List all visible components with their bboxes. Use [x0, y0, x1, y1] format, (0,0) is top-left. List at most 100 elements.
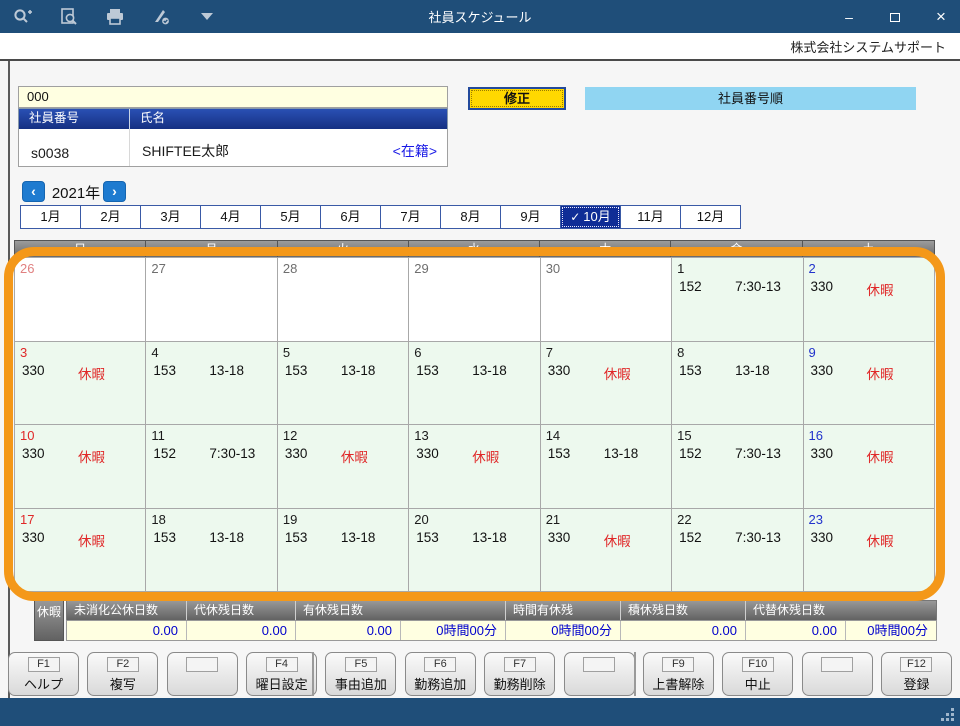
calendar-cell[interactable]: 111527:30-13 — [146, 425, 277, 509]
schedule-entry: 1527:30-13 — [672, 530, 802, 545]
calendar-cell[interactable]: 29 — [409, 258, 540, 342]
day-number: 9 — [804, 342, 934, 360]
shift-code: 152 — [679, 446, 725, 461]
tab-month-10[interactable]: ✓10月 — [560, 205, 621, 229]
holiday-label: 休暇 — [867, 279, 894, 299]
summary-header: 時間有休残 — [506, 601, 621, 620]
calendar-cell[interactable]: 23330休暇 — [804, 509, 935, 593]
fkey-f6-button[interactable]: F6勤務追加 — [405, 652, 476, 696]
prev-year-button[interactable]: ‹ — [22, 181, 45, 202]
calendar-cell[interactable]: 21330休暇 — [541, 509, 672, 593]
shift-code: 153 — [416, 363, 462, 378]
next-year-button[interactable]: › — [103, 181, 126, 202]
calendar-cell[interactable]: 22 1527:30-13 — [672, 509, 803, 593]
day-number: 7 — [541, 342, 671, 360]
tab-month-2[interactable]: 2月 — [80, 205, 141, 229]
fkey-text-label: 勤務削除 — [494, 674, 546, 693]
tab-month-7[interactable]: 7月 — [380, 205, 441, 229]
calendar-cell[interactable]: 13330休暇 — [409, 425, 540, 509]
shift-time: 7:30-13 — [735, 279, 781, 294]
calendar-cell[interactable]: 11527:30-13 — [672, 258, 803, 342]
month-tab-label: 7月 — [400, 209, 420, 224]
calendar-cell[interactable]: 17330休暇 — [15, 509, 146, 593]
employee-row[interactable]: s0038 SHIFTEE太郎 <在籍> — [18, 129, 448, 167]
fkey-text-label: 中止 — [745, 674, 771, 693]
calendar-cell[interactable]: 1815313-18 — [146, 509, 277, 593]
fkey-f10-button[interactable]: F10中止 — [722, 652, 793, 696]
calendar-cell[interactable]: 26 — [15, 258, 146, 342]
bottom-status-bar — [0, 698, 960, 726]
calendar-cell[interactable]: 515313-18 — [278, 342, 409, 426]
calendar-cell[interactable]: 16330休暇 — [804, 425, 935, 509]
calendar-cell[interactable]: 27 — [146, 258, 277, 342]
calendar-cell[interactable]: 7 330休暇 — [541, 342, 672, 426]
calendar-cell[interactable]: 30 — [541, 258, 672, 342]
fkey-f1-button[interactable]: F1ヘルプ — [8, 652, 79, 696]
tab-month-6[interactable]: 6月 — [320, 205, 381, 229]
calendar-cell[interactable]: 615313-18 — [409, 342, 540, 426]
fkey-f2-button[interactable]: F2複写 — [87, 652, 158, 696]
calendar-cell[interactable]: 12330休暇 — [278, 425, 409, 509]
fkey-key-label: F7 — [504, 657, 536, 672]
shift-time: 7:30-13 — [735, 446, 781, 461]
shift-code: 152 — [679, 530, 725, 545]
day-header: 木 — [540, 241, 671, 257]
calendar-cell[interactable]: 2 330 休暇 — [804, 258, 935, 342]
minimize-button[interactable]: – — [840, 9, 858, 25]
tab-month-1[interactable]: 1月 — [20, 205, 81, 229]
calendar-cell[interactable]: 10330休暇 — [15, 425, 146, 509]
fkey-key-label: F4 — [266, 657, 298, 672]
calendar-cell[interactable]: 3330休暇 — [15, 342, 146, 426]
day-number: 2 — [804, 258, 934, 276]
fkey-f4-button[interactable]: F4曜日設定 — [246, 652, 317, 696]
calendar-cell[interactable]: 2015313-18 — [409, 509, 540, 593]
calendar-cell[interactable]: 1415313-18 — [541, 425, 672, 509]
schedule-entry: 1527:30-13 — [146, 446, 276, 461]
calendar-cell[interactable]: 9330休暇 — [804, 342, 935, 426]
fkey-f5-button[interactable]: F5事由追加 — [325, 652, 396, 696]
day-number: 22 — [672, 509, 802, 527]
tab-month-5[interactable]: 5月 — [260, 205, 321, 229]
close-button[interactable]: × — [932, 7, 950, 27]
tab-month-3[interactable]: 3月 — [140, 205, 201, 229]
day-header: 土 — [803, 241, 934, 257]
sort-order-button[interactable]: 社員番号順 — [585, 87, 916, 110]
tab-month-11[interactable]: 11月 — [620, 205, 681, 229]
calendar-cell[interactable]: 151527:30-13 — [672, 425, 803, 509]
calendar-cell[interactable]: 4 15313-18 — [146, 342, 277, 426]
fkey-f7-button[interactable]: F7 勤務削除 — [484, 652, 555, 696]
employee-filter-input[interactable]: 000 — [18, 86, 448, 108]
schedule-entry: 330休暇 — [541, 363, 671, 383]
filter-caret-icon[interactable] — [196, 7, 218, 27]
tab-month-12[interactable]: 12月 — [680, 205, 741, 229]
calendar-cell[interactable]: 28 — [278, 258, 409, 342]
day-number: 12 — [278, 425, 408, 443]
print-preview-icon[interactable] — [58, 7, 80, 27]
print-icon[interactable] — [104, 7, 126, 27]
calendar-cell[interactable]: 815313-18 — [672, 342, 803, 426]
day-number: 4 — [146, 342, 276, 360]
tab-month-4[interactable]: 4月 — [200, 205, 261, 229]
shift-code: 330 — [811, 279, 857, 299]
maximize-button[interactable] — [886, 9, 904, 25]
search-add-icon[interactable] — [12, 7, 34, 27]
schedule-entry: 15313-18 — [146, 363, 276, 378]
tab-month-9[interactable]: 9月 — [500, 205, 561, 229]
shift-code: 330 — [811, 363, 857, 383]
tab-month-8[interactable]: 8月 — [440, 205, 501, 229]
fkey-f12-button[interactable]: F12登録 — [881, 652, 952, 696]
day-number: 8 — [672, 342, 802, 360]
day-number: 6 — [409, 342, 539, 360]
summary-value: 0.00 — [67, 621, 187, 640]
schedule-entry: 330休暇 — [15, 446, 145, 466]
shift-code: 153 — [679, 363, 725, 378]
holiday-label: 休暇 — [78, 446, 105, 466]
edit-mode-button[interactable]: 修正 — [468, 87, 566, 110]
company-name: 株式会社システムサポート — [790, 37, 946, 56]
signature-check-icon[interactable] — [150, 7, 172, 27]
day-number: 30 — [541, 258, 671, 276]
resize-grip[interactable] — [940, 707, 954, 721]
shift-code: 153 — [153, 530, 199, 545]
fkey-f9-button[interactable]: F9上書解除 — [643, 652, 714, 696]
calendar-cell[interactable]: 1915313-18 — [278, 509, 409, 593]
